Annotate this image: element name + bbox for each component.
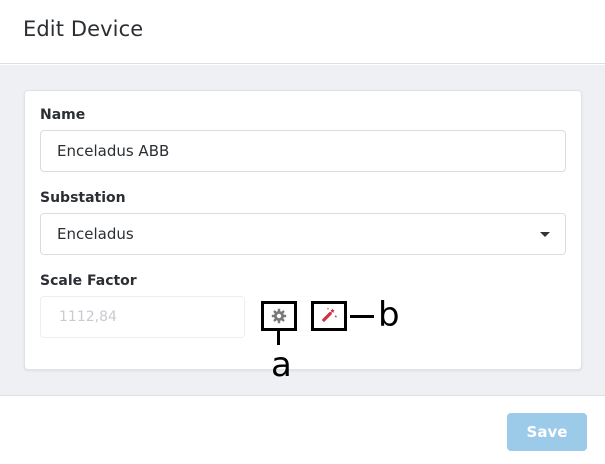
substation-select[interactable]: Enceladus: [40, 213, 566, 255]
magic-wand-icon: [322, 307, 338, 322]
name-input[interactable]: Enceladus ABB: [40, 130, 566, 172]
dialog-header: Edit Device: [0, 0, 605, 64]
annotation-leader-a: [277, 331, 280, 345]
dialog-title: Edit Device: [23, 17, 144, 41]
name-label: Name: [40, 107, 86, 123]
chevron-down-icon: [540, 232, 550, 237]
scale-factor-input: 1112,84: [40, 296, 245, 338]
annotation-label-a: a: [271, 345, 292, 385]
substation-selected-value: Enceladus: [57, 225, 134, 243]
annotation-label-b: b: [378, 295, 400, 335]
scale-factor-label: Scale Factor: [40, 273, 137, 289]
gear-icon: [271, 308, 287, 324]
auto-calc-button[interactable]: [311, 301, 347, 331]
annotation-leader-b: [350, 315, 374, 318]
substation-label: Substation: [40, 190, 126, 206]
settings-button[interactable]: [261, 301, 297, 331]
save-button[interactable]: Save: [507, 413, 587, 451]
